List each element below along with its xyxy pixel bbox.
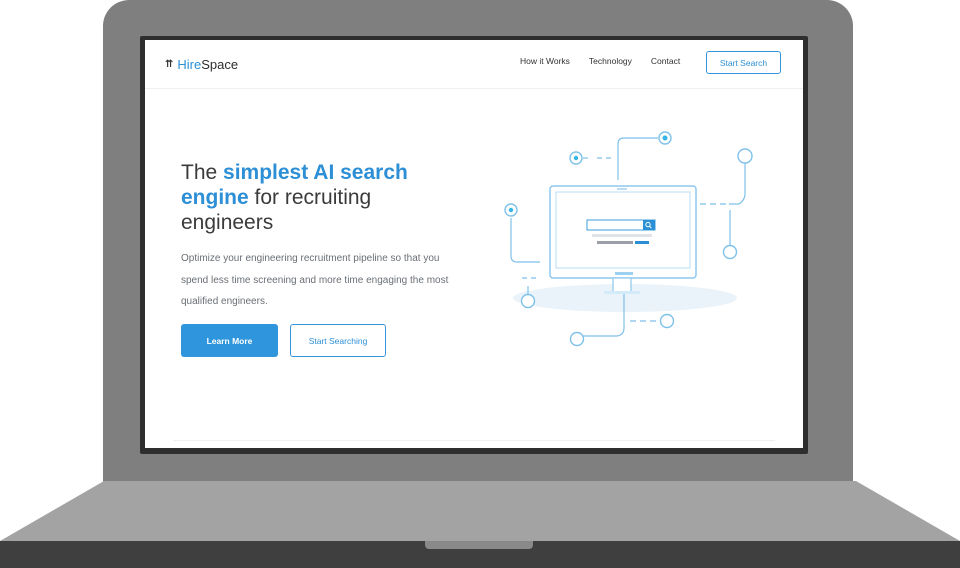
navbar: ⇈ HireSpace How it Works Technology Cont… <box>145 40 803 89</box>
brand-name: HireSpace <box>177 57 238 72</box>
start-search-button[interactable]: Start Search <box>706 51 781 74</box>
learn-more-button[interactable]: Learn More <box>181 324 278 357</box>
brand-mark-icon: ⇈ <box>165 58 173 70</box>
nav-links: How it Works Technology Contact <box>520 56 680 66</box>
brand-name-space: Space <box>201 56 239 72</box>
hero-description: Optimize your engineering recruitment pi… <box>181 253 449 307</box>
search-engine-illustration <box>504 131 753 347</box>
nav-link-how-it-works[interactable]: How it Works <box>520 56 570 66</box>
hero-title-pre: The <box>181 161 224 184</box>
website-screen: ⇈ HireSpace How it Works Technology Cont… <box>145 40 803 448</box>
nav-link-contact[interactable]: Contact <box>651 56 680 66</box>
laptop-base <box>0 481 960 541</box>
monitor-icon <box>549 185 697 294</box>
brand-logo[interactable]: ⇈ HireSpace <box>165 55 238 73</box>
start-searching-button[interactable]: Start Searching <box>290 324 386 357</box>
section-divider <box>173 440 775 441</box>
laptop-notch <box>425 541 533 549</box>
nav-link-technology[interactable]: Technology <box>589 56 632 66</box>
brand-name-hire: Hire <box>177 56 202 72</box>
hero-title: The simplest AI search engine for recrui… <box>181 160 441 235</box>
